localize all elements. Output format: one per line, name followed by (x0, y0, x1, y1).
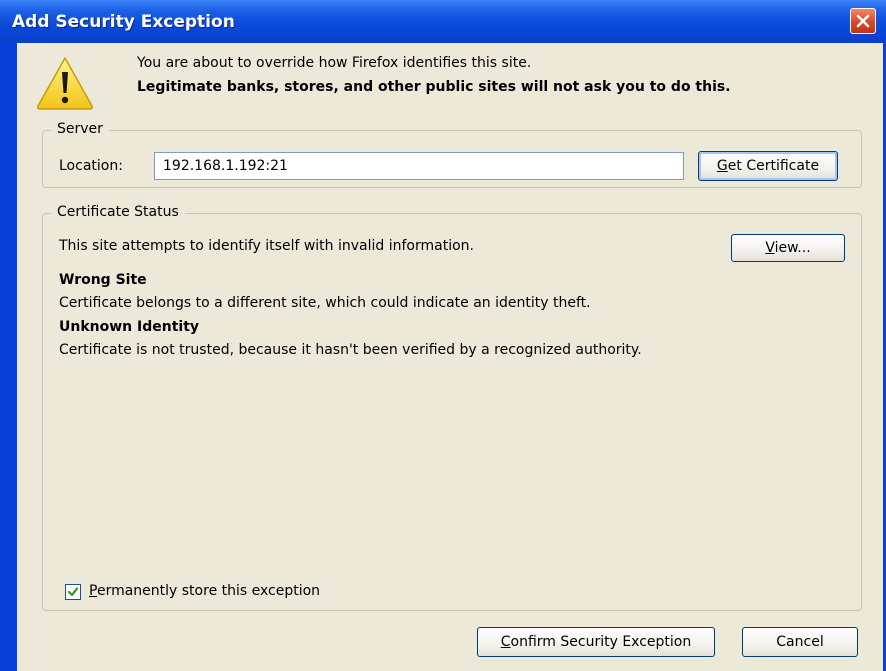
override-warning-text: You are about to override how Firefox id… (137, 55, 532, 71)
permanent-store-text: ermanently store this exception (96, 583, 321, 599)
view-label: iew... (774, 240, 811, 256)
confirm-mnemonic: C (500, 634, 511, 650)
cancel-button[interactable]: Cancel (742, 627, 858, 657)
server-group: Server Location: Get Certificate (42, 121, 862, 188)
permanent-store-mnemonic: P (89, 583, 97, 599)
server-legend: Server (51, 121, 109, 137)
location-label: Location: (59, 158, 123, 174)
dialog-window: Add Security Exception You are about to … (0, 0, 886, 671)
legitimate-sites-warning: Legitimate banks, stores, and other publ… (137, 79, 731, 95)
permanent-store-checkbox[interactable] (65, 584, 81, 600)
get-certificate-button[interactable]: Get Certificate (698, 151, 838, 181)
confirm-label: onfirm Security Exception (510, 634, 692, 650)
unknown-identity-heading: Unknown Identity (59, 319, 200, 335)
view-mnemonic: V (765, 240, 775, 256)
dialog-title: Add Security Exception (12, 12, 235, 32)
close-icon (856, 14, 870, 28)
get-certificate-label: et Certificate (727, 158, 820, 174)
get-certificate-mnemonic: G (716, 158, 728, 174)
wrong-site-text: Certificate belongs to a different site,… (59, 295, 591, 311)
checkmark-icon (67, 587, 79, 597)
view-button[interactable]: View... (731, 234, 845, 262)
wrong-site-heading: Wrong Site (59, 272, 147, 288)
status-summary: This site attempts to identify itself wi… (59, 238, 474, 254)
warning-icon (37, 57, 93, 110)
certificate-status-group: Certificate Status This site attempts to… (42, 204, 862, 611)
unknown-identity-text: Certificate is not trusted, because it h… (59, 342, 642, 358)
title-bar[interactable]: Add Security Exception (0, 0, 886, 43)
permanent-store-label[interactable]: Permanently store this exception (89, 583, 320, 599)
location-input[interactable] (154, 152, 684, 180)
confirm-security-exception-button[interactable]: Confirm Security Exception (477, 627, 715, 657)
certificate-status-legend: Certificate Status (51, 204, 185, 220)
close-button[interactable] (850, 8, 876, 34)
dialog-body: You are about to override how Firefox id… (17, 43, 883, 671)
